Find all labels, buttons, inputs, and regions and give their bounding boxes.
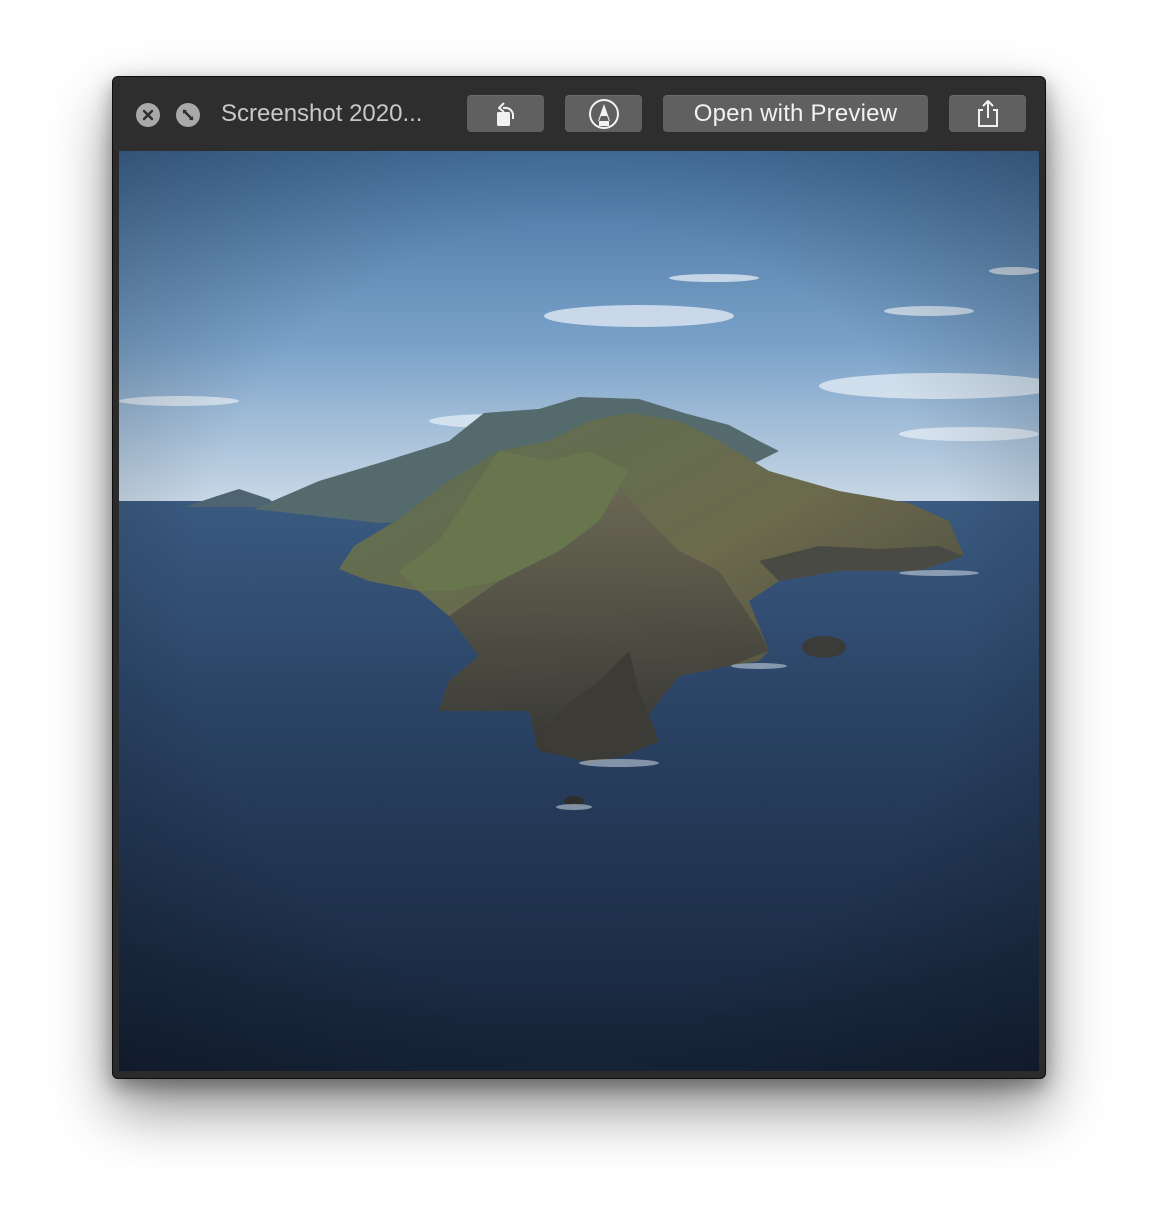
close-button[interactable] [136, 103, 160, 127]
markup-pen-icon [588, 98, 619, 129]
preview-image-area [119, 151, 1039, 1071]
title-bar: Screenshot 2020... Open with Preview [113, 77, 1045, 151]
markup-button[interactable] [565, 95, 642, 132]
share-button[interactable] [949, 95, 1026, 132]
close-icon [142, 109, 154, 121]
island-landscape-image [119, 151, 1039, 1071]
rotate-button[interactable] [467, 95, 544, 132]
share-icon [977, 99, 998, 127]
window-title: Screenshot 2020... [221, 100, 423, 127]
open-with-preview-label: Open with Preview [693, 99, 898, 127]
quick-look-window: Screenshot 2020... Open with Preview [112, 76, 1046, 1079]
fullscreen-button[interactable] [176, 103, 200, 127]
open-with-preview-button[interactable]: Open with Preview [663, 95, 928, 132]
fullscreen-icon [182, 109, 194, 121]
rotate-left-icon [496, 101, 514, 126]
